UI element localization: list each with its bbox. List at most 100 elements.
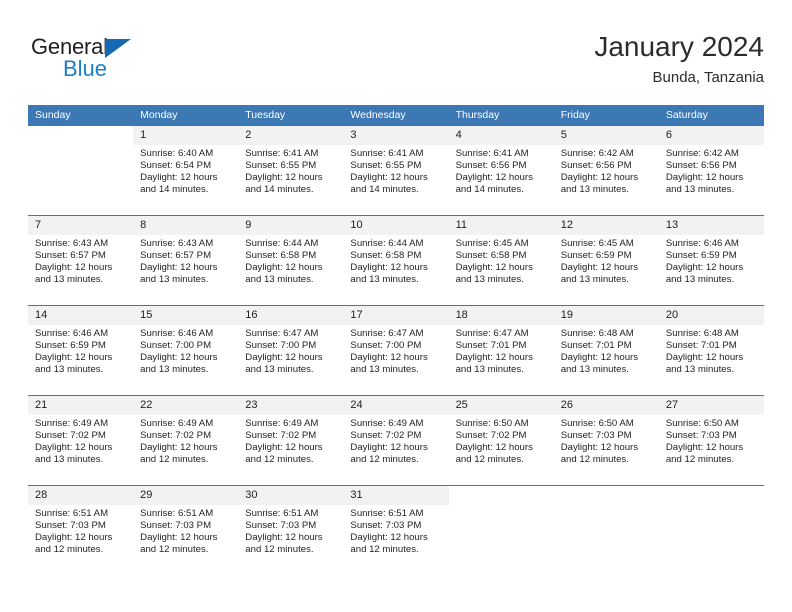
calendar-day-cell[interactable]: 26 Sunrise: 6:50 AM Sunset: 7:03 PM Dayligh… [553,395,659,486]
daylight-text-line1: Daylight: 12 hours [455,172,533,184]
calendar-day-cell[interactable]: 16 Sunrise: 6:47 AM Sunset: 7:00 PM Dayligh… [238,305,344,396]
day-details: Sunrise: 6:51 AM Sunset: 7:03 PM Daylight:… [238,505,343,556]
calendar-body: 1 Sunrise: 6:40 AM Sunset: 6:54 PM Daylight… [28,126,764,575]
sunrise-text: Sunrise: 6:41 AM [350,148,424,159]
daylight-text-line1: Daylight: 12 hours [560,352,639,364]
day-number: 15 [133,306,239,325]
calendar-day-cell[interactable]: 25 Sunrise: 6:50 AM Sunset: 7:02 PM Dayligh… [448,395,554,486]
calendar-day-cell[interactable]: 17 Sunrise: 6:47 AM Sunset: 7:00 PM Dayligh… [343,305,449,396]
daylight-text-line1: Daylight: 12 hours [560,262,639,274]
sunset-text: Sunset: 7:01 PM [560,340,632,352]
daylight-text-line1: Daylight: 12 hours [245,442,323,454]
day-cell-body: 8 Sunrise: 6:43 AM Sunset: 6:57 PM Daylight… [133,216,239,305]
calendar-day-cell[interactable]: 27 Sunrise: 6:50 AM Sunset: 7:03 PM Dayligh… [658,395,764,486]
day-details: Sunrise: 6:41 AM Sunset: 6:55 PM Daylight:… [238,145,343,196]
calendar-day-cell[interactable]: 14 Sunrise: 6:46 AM Sunset: 6:59 PM Dayligh… [28,305,134,396]
calendar-day-cell[interactable]: 10 Sunrise: 6:44 AM Sunset: 6:58 PM Dayligh… [343,215,449,306]
calendar-day-cell[interactable]: 15 Sunrise: 6:46 AM Sunset: 7:00 PM Dayligh… [133,305,239,396]
day-number: 17 [343,306,449,325]
daylight-text-line2: and 13 minutes. [35,454,104,466]
calendar-day-cell[interactable]: 6 Sunrise: 6:42 AM Sunset: 6:56 PM Daylight… [658,126,764,216]
day-cell-body: 24 Sunrise: 6:49 AM Sunset: 7:02 PM Dayligh… [343,396,449,485]
day-number: 28 [28,486,134,505]
calendar-day-cell[interactable]: 4 Sunrise: 6:41 AM Sunset: 6:56 PM Daylight… [448,126,554,216]
calendar-day-cell[interactable]: 12 Sunrise: 6:45 AM Sunset: 6:59 PM Dayligh… [553,215,659,306]
sunrise-text: Sunrise: 6:49 AM [350,418,424,429]
calendar-day-cell[interactable]: 11 Sunrise: 6:45 AM Sunset: 6:58 PM Dayligh… [448,215,554,306]
general-blue-logo[interactable]: General Blue [31,34,181,88]
calendar-day-cell[interactable]: 5 Sunrise: 6:42 AM Sunset: 6:56 PM Daylight… [553,126,659,216]
daylight-text-line2: and 13 minutes. [455,364,524,376]
calendar-day-cell[interactable]: 7 Sunrise: 6:43 AM Sunset: 6:57 PM Daylight… [28,215,134,306]
day-number: 19 [553,306,659,325]
sunrise-text: Sunrise: 6:44 AM [245,238,319,249]
sunset-text: Sunset: 6:56 PM [560,160,632,172]
day-cell-body: 2 Sunrise: 6:41 AM Sunset: 6:55 PM Daylight… [238,126,344,215]
calendar-day-cell[interactable]: 29 Sunrise: 6:51 AM Sunset: 7:03 PM Dayligh… [133,485,239,575]
calendar-day-cell[interactable]: 1 Sunrise: 6:40 AM Sunset: 6:54 PM Daylight… [133,126,239,216]
sunset-text: Sunset: 6:56 PM [455,160,527,172]
sunset-text: Sunset: 7:00 PM [140,340,212,352]
day-cell-body: 15 Sunrise: 6:46 AM Sunset: 7:00 PM Dayligh… [133,306,239,395]
calendar-day-cell[interactable]: 8 Sunrise: 6:43 AM Sunset: 6:57 PM Daylight… [133,215,239,306]
day-number: 12 [553,216,659,235]
sunrise-text: Sunrise: 6:47 AM [350,328,424,339]
day-details: Sunrise: 6:45 AM Sunset: 6:58 PM Daylight:… [449,235,554,286]
daylight-text-line1: Daylight: 12 hours [140,262,218,274]
day-details: Sunrise: 6:49 AM Sunset: 7:02 PM Daylight:… [133,415,238,466]
sunset-text: Sunset: 6:57 PM [35,250,106,262]
daylight-text-line1: Daylight: 12 hours [35,352,113,364]
daylight-text-line1: Daylight: 12 hours [350,172,428,184]
daylight-text-line1: Daylight: 12 hours [245,352,323,364]
day-details: Sunrise: 6:50 AM Sunset: 7:02 PM Daylight:… [449,415,554,466]
calendar-day-cell[interactable]: 23 Sunrise: 6:49 AM Sunset: 7:02 PM Dayligh… [238,395,344,486]
daylight-text-line1: Daylight: 12 hours [245,532,323,544]
daylight-text-line1: Daylight: 12 hours [35,262,113,274]
page-subtitle: Bunda, Tanzania [652,69,764,86]
calendar-day-cell[interactable]: 9 Sunrise: 6:44 AM Sunset: 6:58 PM Daylight… [238,215,344,306]
weekday-header-thursday: Thursday [448,105,554,126]
sunset-text: Sunset: 6:58 PM [245,250,317,262]
day-cell-body: 3 Sunrise: 6:41 AM Sunset: 6:55 PM Daylight… [343,126,449,215]
sunrise-text: Sunrise: 6:51 AM [35,508,109,519]
daylight-text-line1: Daylight: 12 hours [455,262,533,274]
day-details: Sunrise: 6:40 AM Sunset: 6:54 PM Daylight:… [133,145,238,196]
daylight-text-line2: and 12 minutes. [140,454,209,466]
sunset-text: Sunset: 7:01 PM [455,340,527,352]
day-number: 2 [238,126,344,145]
calendar-day-cell[interactable]: 22 Sunrise: 6:49 AM Sunset: 7:02 PM Dayligh… [133,395,239,486]
sunrise-text: Sunrise: 6:50 AM [455,418,529,429]
calendar-week-row: 14 Sunrise: 6:46 AM Sunset: 6:59 PM Dayligh… [28,305,764,396]
calendar-day-cell[interactable]: 19 Sunrise: 6:48 AM Sunset: 7:01 PM Dayligh… [553,305,659,396]
day-number: 14 [28,306,134,325]
day-number: 20 [658,306,764,325]
sunrise-text: Sunrise: 6:42 AM [560,148,634,159]
calendar-day-cell[interactable]: 28 Sunrise: 6:51 AM Sunset: 7:03 PM Dayligh… [28,485,134,575]
sunset-text: Sunset: 6:57 PM [140,250,212,262]
daylight-text-line1: Daylight: 12 hours [665,352,744,364]
calendar-day-cell[interactable]: 31 Sunrise: 6:51 AM Sunset: 7:03 PM Dayligh… [343,485,449,575]
calendar-day-cell[interactable]: 20 Sunrise: 6:48 AM Sunset: 7:01 PM Dayligh… [658,305,764,396]
calendar-day-cell[interactable]: 30 Sunrise: 6:51 AM Sunset: 7:03 PM Dayligh… [238,485,344,575]
day-number: 11 [448,216,554,235]
sunrise-text: Sunrise: 6:49 AM [245,418,319,429]
day-cell-body [448,486,554,575]
daylight-text-line2: and 12 minutes. [665,454,735,466]
daylight-text-line2: and 13 minutes. [560,364,629,376]
calendar-day-cell[interactable]: 21 Sunrise: 6:49 AM Sunset: 7:02 PM Dayligh… [28,395,134,486]
daylight-text-line2: and 13 minutes. [455,274,524,286]
calendar-day-cell[interactable]: 24 Sunrise: 6:49 AM Sunset: 7:02 PM Dayligh… [343,395,449,486]
calendar-day-cell[interactable]: 13 Sunrise: 6:46 AM Sunset: 6:59 PM Dayligh… [658,215,764,306]
daylight-text-line2: and 12 minutes. [245,544,314,556]
weekday-header-wednesday: Wednesday [343,105,449,126]
calendar-day-cell[interactable]: 2 Sunrise: 6:41 AM Sunset: 6:55 PM Daylight… [238,126,344,216]
day-number: 3 [343,126,449,145]
sunset-text: Sunset: 6:58 PM [350,250,422,262]
calendar-day-cell[interactable]: 18 Sunrise: 6:47 AM Sunset: 7:01 PM Dayligh… [448,305,554,396]
daylight-text-line2: and 14 minutes. [350,184,419,196]
daylight-text-line2: and 13 minutes. [35,364,104,376]
daylight-text-line1: Daylight: 12 hours [350,442,428,454]
calendar-day-cell[interactable]: 3 Sunrise: 6:41 AM Sunset: 6:55 PM Daylight… [343,126,449,216]
sunrise-text: Sunrise: 6:44 AM [350,238,424,249]
sunrise-text: Sunrise: 6:46 AM [665,238,739,249]
